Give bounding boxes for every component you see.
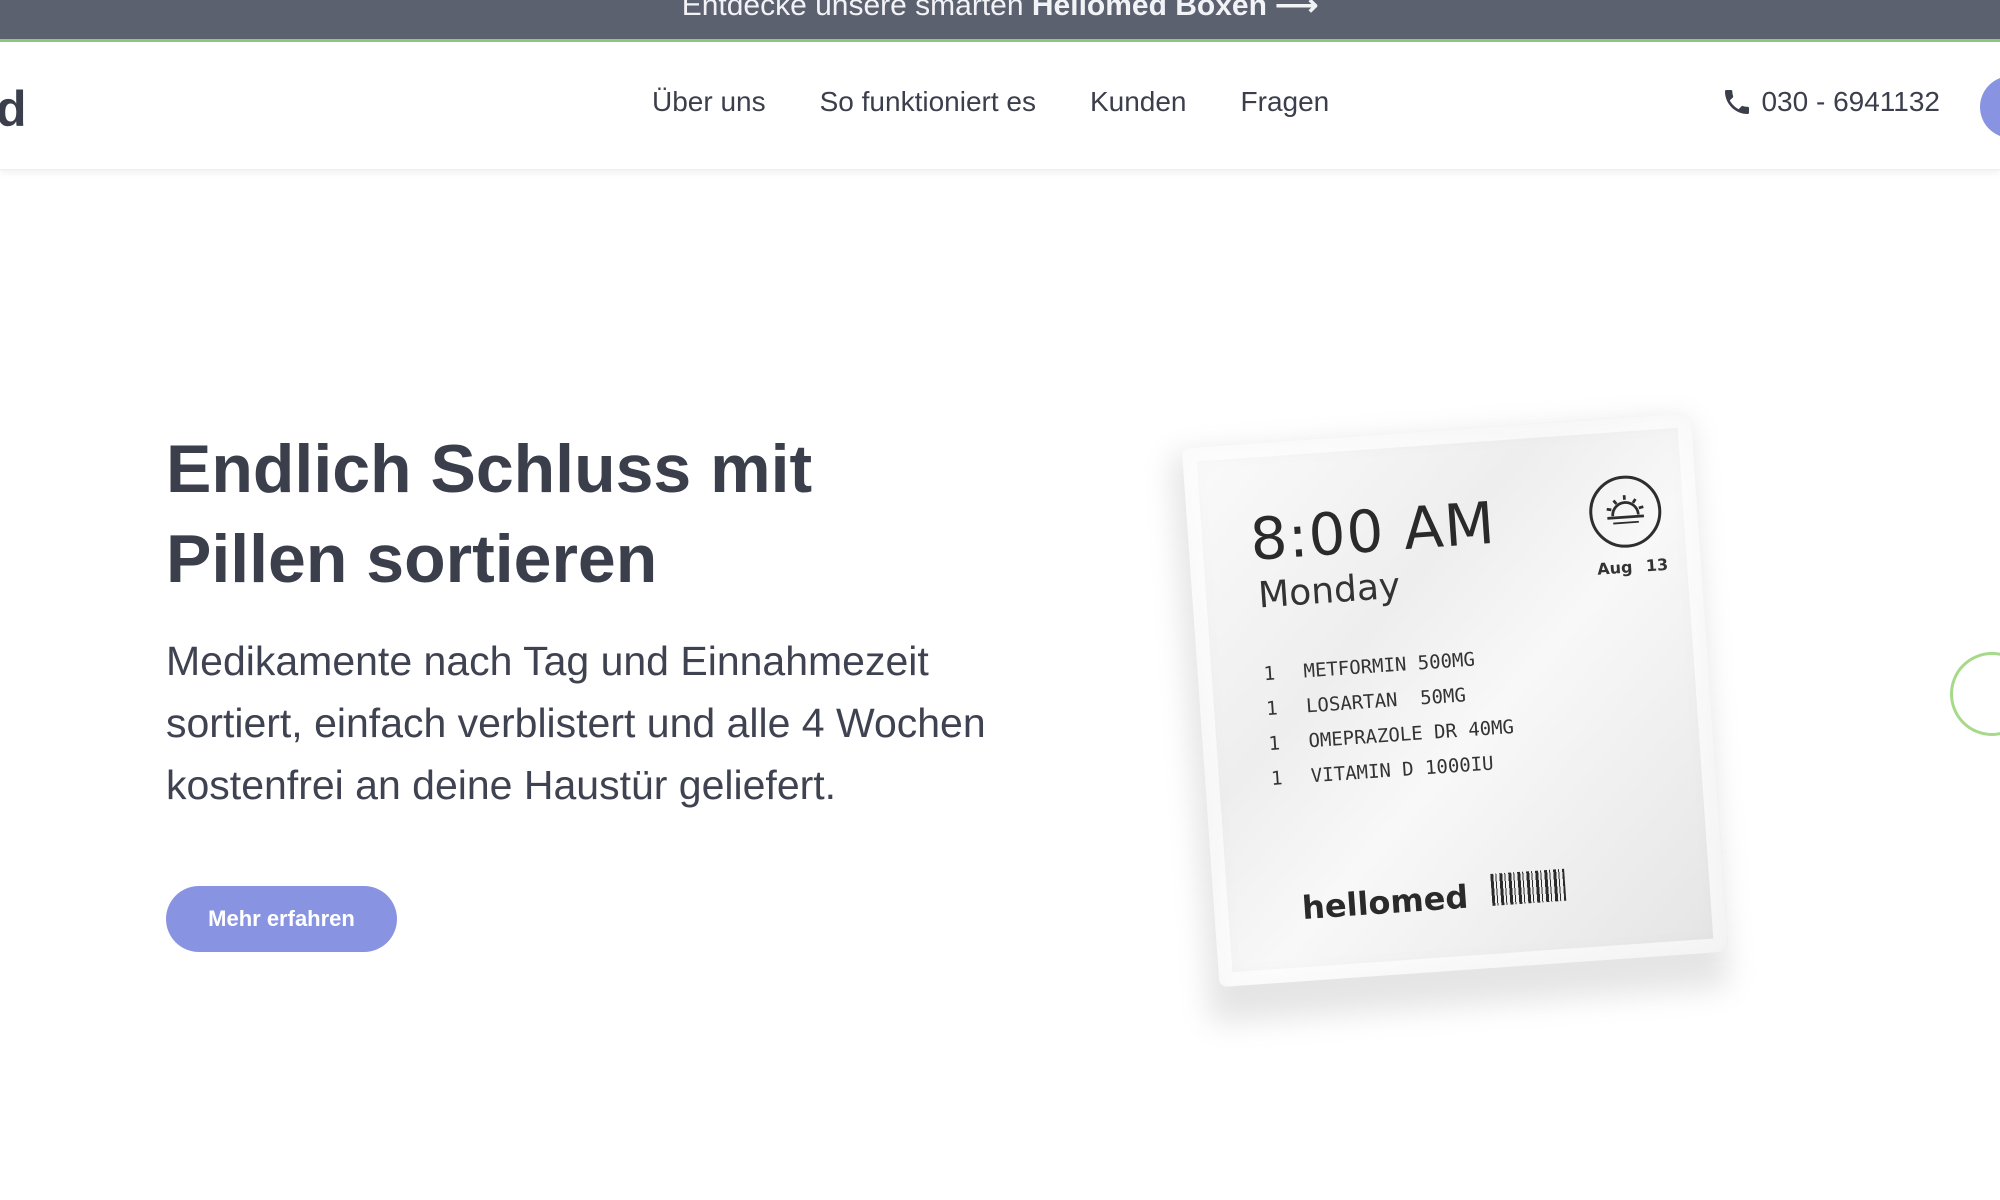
medication-qty: 1 [1270, 767, 1284, 790]
sunrise-icon [1586, 473, 1664, 551]
nav-item-fragen[interactable]: Fragen [1241, 86, 1330, 118]
phone-number: 030 - 6941132 [1761, 86, 1940, 117]
nav-item-kunden[interactable]: Kunden [1090, 86, 1187, 118]
phone-icon [1725, 90, 1750, 114]
pouch: 8:00 AM Monday Aug 13 1 METFORMIN 500MG … [1181, 412, 1729, 988]
header-cta-button[interactable] [1980, 76, 2000, 138]
nav-item-so-funktioniert-es[interactable]: So funktioniert es [820, 86, 1036, 118]
main-nav: Über uns So funktioniert es Kunden Frage… [652, 86, 1383, 118]
hero-title-line-1: Endlich Schluss mit [166, 431, 813, 507]
hero-subtitle: Medikamente nach Tag und Einnahmezeit so… [166, 638, 986, 808]
barcode-icon [1490, 868, 1567, 906]
medication-list: 1 METFORMIN 500MG 1 LOSARTAN 50MG 1 OMEP… [1263, 646, 1518, 803]
phone-link[interactable]: 030 - 6941132 [1721, 86, 1940, 118]
medication-pouch-image: 8:00 AM Monday Aug 13 1 METFORMIN 500MG … [1170, 400, 1770, 1024]
nav-item-ueber-uns[interactable]: Über uns [652, 86, 766, 118]
hero-title-line-2: Pillen sortieren [166, 521, 658, 597]
pouch-brand: hellomed [1300, 877, 1470, 928]
logo[interactable]: d [0, 80, 27, 138]
arrow-right-icon: ⟶ [1275, 0, 1319, 22]
carousel-indicator[interactable] [1950, 652, 2000, 736]
pouch-day: Monday [1256, 565, 1402, 617]
medication-qty: 1 [1265, 697, 1279, 721]
pouch-date: Aug 13 [1596, 554, 1669, 579]
hero-title: Endlich Schluss mit Pillen sortieren [166, 424, 926, 604]
medication-qty: 1 [1262, 662, 1276, 686]
medication-qty: 1 [1267, 732, 1281, 756]
announcement-text[interactable]: Entdecke unsere smarten Hellomed Boxen ⟶ [0, 0, 2000, 23]
announcement-bar[interactable]: Entdecke unsere smarten Hellomed Boxen ⟶ [0, 0, 2000, 42]
announcement-prefix: Entdecke unsere smarten [681, 0, 1024, 22]
site-header: d Über uns So funktioniert es Kunden Fra… [0, 42, 2000, 170]
announcement-link[interactable]: Hellomed Boxen [1032, 0, 1267, 22]
pouch-time: 8:00 AM [1247, 488, 1498, 574]
learn-more-button[interactable]: Mehr erfahren [166, 886, 397, 952]
